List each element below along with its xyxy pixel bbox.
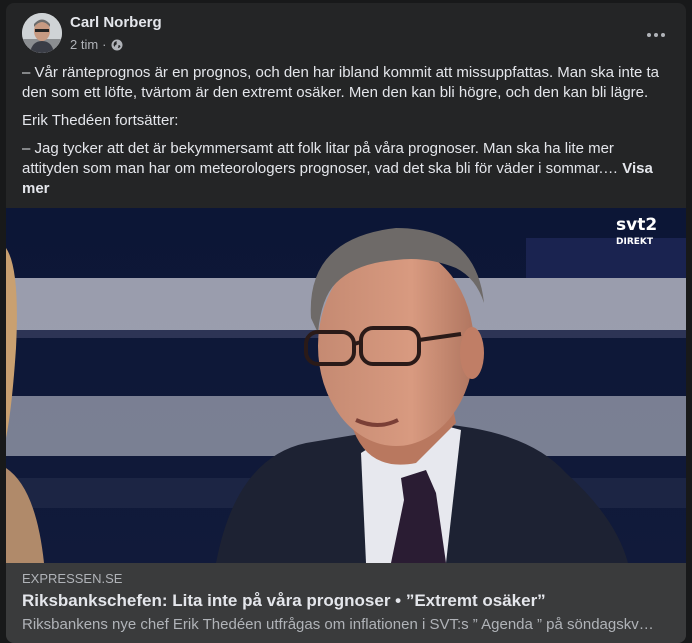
meta-separator: · [102, 37, 107, 52]
tv-still-image: svt2 DIREKT [6, 208, 686, 563]
globe-icon[interactable] [111, 39, 123, 51]
more-options-button[interactable] [638, 17, 674, 53]
post-header: Carl Norberg 2 tim · [6, 3, 686, 63]
post-paragraph-2: Erik Thedéen fortsätter: [22, 112, 179, 129]
post-meta: 2 tim · [70, 37, 123, 52]
post-image[interactable]: svt2 DIREKT [6, 208, 686, 563]
link-description: Riksbankens nye chef Erik Thedéen utfråg… [22, 616, 654, 633]
link-preview[interactable]: EXPRESSEN.SE Riksbankschefen: Lita inte … [6, 563, 686, 643]
channel-live-label: DIREKT [616, 237, 654, 247]
more-options-icon [647, 33, 665, 37]
avatar-photo [22, 13, 62, 53]
post-text: – Vår ränteprognos är en prognos, och de… [22, 63, 670, 207]
post-paragraph-3-text: – Jag tycker att det är bekymmersamt att… [22, 140, 623, 177]
channel-logo: svt2 [616, 215, 657, 235]
link-headline[interactable]: Riksbankschefen: Lita inte på våra progn… [22, 591, 546, 611]
author-name[interactable]: Carl Norberg [70, 14, 162, 31]
post-card: Carl Norberg 2 tim · – Vår ränteprognos … [6, 3, 686, 643]
avatar[interactable] [22, 13, 62, 53]
post-paragraph-3: – Jag tycker att det är bekymmersamt att… [22, 139, 670, 199]
post-timestamp[interactable]: 2 tim [70, 37, 98, 52]
link-domain: EXPRESSEN.SE [22, 571, 123, 586]
post-paragraph-1: – Vår ränteprognos är en prognos, och de… [22, 64, 660, 101]
